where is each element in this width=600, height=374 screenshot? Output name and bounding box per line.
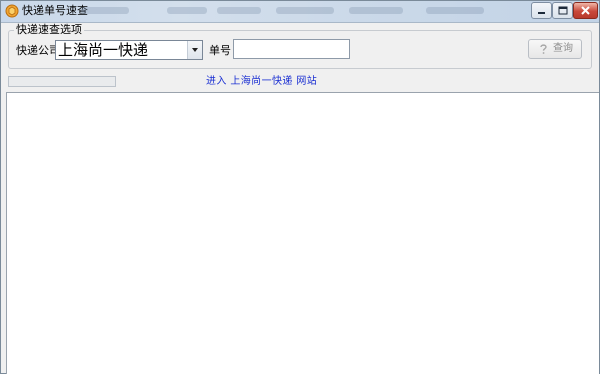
app-icon <box>5 4 19 18</box>
minimize-icon <box>532 3 551 18</box>
company-select-value: 上海尚一快递 <box>58 41 149 59</box>
close-button[interactable] <box>573 2 598 19</box>
title-bar[interactable]: 快递单号速查 <box>1 1 599 23</box>
query-options-legend: 快递速查选项 <box>14 23 84 36</box>
query-button[interactable]: 查询 <box>528 39 582 59</box>
company-website-link[interactable]: 进入 上海尚一快递 网站 <box>206 76 317 88</box>
chevron-down-icon <box>188 48 202 62</box>
minimize-button[interactable] <box>531 2 552 19</box>
progress-bar <box>8 76 116 87</box>
number-label: 单号 <box>209 44 231 57</box>
close-icon <box>574 3 597 18</box>
question-mark-icon <box>538 43 549 55</box>
title-bar-background <box>81 5 511 17</box>
tracking-number-input[interactable] <box>233 39 350 59</box>
maximize-icon <box>553 3 572 18</box>
window-title: 快递单号速查 <box>22 4 88 17</box>
app-window: 快递单号速查 快递速查选项 快递公司 上海尚一快递 单号 查询 进入 上海尚一快… <box>0 0 600 374</box>
company-select-dropdown-button[interactable] <box>187 41 202 59</box>
results-pane[interactable] <box>6 92 599 374</box>
maximize-button[interactable] <box>552 2 573 19</box>
company-label: 快递公司 <box>16 44 60 57</box>
query-button-label: 查询 <box>553 43 573 54</box>
company-select[interactable]: 上海尚一快递 <box>55 40 203 60</box>
